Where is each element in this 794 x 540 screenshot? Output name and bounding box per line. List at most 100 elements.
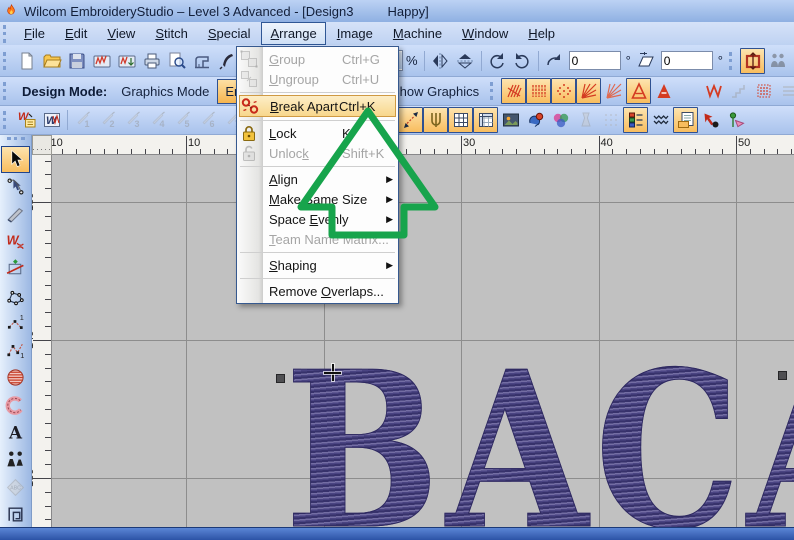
pattern-fill-button[interactable] [751,78,776,104]
embroidery-lettering[interactable]: BACA [285,343,794,529]
team-layout-button[interactable] [765,48,790,74]
menu-item-remove-overlaps[interactable]: Remove Overlaps... [237,281,398,301]
knife-tool[interactable] [1,200,30,227]
title-bar[interactable]: Wilcom EmbroideryStudio – Level 3 Advanc… [0,0,794,23]
menubar-item-special[interactable]: Special [199,22,260,45]
menubar-item-file[interactable]: File [15,22,54,45]
horizontal-scrollbar[interactable] [0,527,794,540]
open-design-button[interactable] [39,48,64,74]
lettering-tool[interactable]: A [1,419,30,446]
toolbar-grip-icon[interactable] [3,51,10,70]
rotate-degrees-input[interactable] [568,51,621,70]
show-objects-button[interactable] [523,107,548,133]
complex-fill-tool[interactable] [1,364,30,391]
freehand-embroidery-tool[interactable]: W [1,228,30,255]
digitize-shape-tool[interactable] [1,282,30,309]
line-fill-button[interactable] [776,78,794,104]
applique-outline-toggle[interactable] [626,78,652,104]
menu-item-space-evenly[interactable]: Space Evenly ▶ [237,209,398,229]
menubar-item-window[interactable]: Window [453,22,517,45]
rotate-cw-45-button[interactable] [510,48,535,74]
satin-stitch-toggle[interactable] [501,78,527,104]
show-grid-toggle[interactable] [448,107,473,133]
menu-item-unlock[interactable]: Unlock Shift+K [237,143,398,163]
needle-5-button[interactable]: 5 [171,107,196,133]
graphics-mode-button[interactable]: Graphics Mode [113,79,217,104]
fancy-fill-toggle[interactable] [576,78,602,104]
print-preview-button[interactable] [164,48,189,74]
menu-item-break-apart[interactable]: Break Apart Ctrl+K [239,95,396,117]
menubar-item-machine[interactable]: Machine [384,22,451,45]
tatami-stitch-toggle[interactable] [526,78,552,104]
needle-4-button[interactable]: 4 [146,107,171,133]
stitch-view-button[interactable] [648,107,673,133]
selection-handle[interactable] [778,371,787,380]
border-tool[interactable] [1,501,30,528]
menu-item-align[interactable]: Align ▶ [237,169,398,189]
skew-degrees-input[interactable] [660,51,713,70]
run-stitch-tool[interactable]: 1 [1,310,30,337]
mirror-vertical-button[interactable] [453,48,478,74]
show-bitmap-button[interactable] [498,107,523,133]
needle-1-button[interactable]: 1 [71,107,96,133]
morphing-effect-button[interactable] [723,107,748,133]
toolbar-grip-icon[interactable] [3,24,10,43]
column-shape-tool[interactable] [1,392,30,419]
menu-item-shaping[interactable]: Shaping ▶ [237,255,398,275]
send-to-stitch-machine-button[interactable] [189,48,214,74]
read-from-machine-button[interactable] [114,48,139,74]
show-guides-toggle[interactable] [473,107,498,133]
color-film-toggle[interactable] [623,107,648,133]
applique-fill-button[interactable] [651,78,676,104]
toolbar-grip-icon[interactable] [3,111,10,129]
menu-item-make-same-size[interactable]: Make Same Size ▶ [237,189,398,209]
toolbar-grip-icon[interactable] [490,82,497,100]
new-design-button[interactable] [14,48,39,74]
radial-fill-button[interactable] [601,78,626,104]
menu-item-team-name-matrix[interactable]: Team Name Matrix... [237,229,398,249]
zigzag-stitch-button[interactable] [701,78,726,104]
rotate-ccw-45-button[interactable] [485,48,510,74]
needle-6-button[interactable]: 6 [196,107,221,133]
stitch-film-button[interactable]: W [39,107,64,133]
show-vectors-button[interactable] [573,107,598,133]
auto-digitizer-tool[interactable] [1,255,30,282]
toolbar-grip-icon[interactable] [6,137,25,144]
reshape-tool[interactable] [1,173,30,200]
stitch-list-button[interactable]: W [14,107,39,133]
color-wheel-button[interactable] [548,107,573,133]
ruler-origin-button[interactable]: ····· [32,135,52,155]
menu-item-lock[interactable]: Lock K [237,123,398,143]
toolbar-grip-icon[interactable] [3,82,10,100]
menubar-item-image[interactable]: Image [328,22,382,45]
triple-run-tool[interactable]: 1 [1,337,30,364]
contour-stitch-button[interactable] [676,78,701,104]
motif-fill-toggle[interactable] [551,78,577,104]
show-connectors-toggle[interactable] [398,107,423,133]
print-button[interactable] [139,48,164,74]
show-outlines-button[interactable] [598,107,623,133]
menu-item-ungroup[interactable]: Ungroup Ctrl+U [237,69,398,89]
menubar-item-stitch[interactable]: Stitch [146,22,197,45]
menubar-item-arrange[interactable]: Arrange [261,22,326,45]
monogramming-tool[interactable]: ABC [1,473,30,500]
show-needle-points-toggle[interactable] [423,107,448,133]
selection-handle[interactable] [276,374,285,383]
needle-2-button[interactable]: 2 [96,107,121,133]
select-tool[interactable] [1,145,30,174]
menubar-item-help[interactable]: Help [519,22,564,45]
step-stitch-button[interactable] [726,78,751,104]
design-canvas[interactable]: BACA [52,155,794,528]
hoop-display-toggle[interactable] [740,47,765,74]
save-design-button[interactable] [64,48,89,74]
menubar-item-view[interactable]: View [98,22,144,45]
overview-window-toggle[interactable] [673,107,698,133]
menubar-item-edit[interactable]: Edit [56,22,96,45]
write-to-machine-button[interactable] [89,48,114,74]
toolbar-grip-icon[interactable] [729,51,736,70]
mirror-horizontal-button[interactable] [428,48,453,74]
needle-3-button[interactable]: 3 [121,107,146,133]
team-names-tool[interactable] [1,446,30,473]
menu-item-group[interactable]: Group Ctrl+G [237,49,398,69]
slow-redraw-button[interactable] [698,107,723,133]
